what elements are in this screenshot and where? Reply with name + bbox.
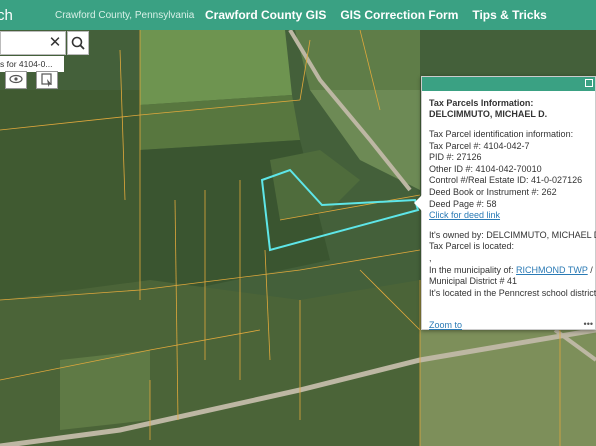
app-subtitle: Crawford County, Pennsylvania [55,9,195,21]
pid-number: PID #: 27126 [429,152,482,163]
deed-page: Deed Page #: 58 [429,198,497,209]
location-label: Tax Parcel is located: [429,241,515,252]
deed-link[interactable]: Click for deed link [429,210,500,220]
zoom-to-link[interactable]: Zoom to [429,320,462,330]
nav-crawford-county-gis[interactable]: Crawford County GIS [205,8,326,22]
nav-tips-and-tricks[interactable]: Tips & Tricks [472,8,546,22]
parcel-info-popup: Tax Parcels Information: DELCIMMUTO, MIC… [414,76,596,330]
control-id: Control #/Real Estate ID: 41-0-027126 [429,175,583,186]
popup-pointer [414,195,422,211]
more-options-icon[interactable]: ••• [584,319,593,329]
eye-icon [9,74,23,84]
popup-title: Tax Parcels Information: DELCIMMUTO, MIC… [429,98,548,119]
popup-header-bar [422,77,595,91]
school-district: It's located in the Penncrest school dis… [429,287,596,298]
municipality-link[interactable]: RICHMOND TWP [516,265,588,275]
eye-tool-button[interactable] [5,71,27,89]
search-icon [71,36,85,50]
nav-gis-correction-form[interactable]: GIS Correction Form [340,8,458,22]
other-id-number: Other ID #: 4104-042-70010 [429,163,542,174]
location-comma: , [429,252,432,263]
popup-body: Tax Parcel identification information: T… [429,129,596,319]
maximize-icon[interactable] [585,79,593,87]
municipality-prefix: In the municipality of: [429,264,517,275]
search-button[interactable] [67,31,89,55]
section-heading: Tax Parcel identification information: [429,129,574,139]
tax-parcel-number: Tax Parcel #: 4104-042-7 [429,140,530,151]
select-tool-button[interactable] [36,71,58,89]
municipality-suffix: / [587,264,593,275]
close-icon[interactable]: ✕ [47,35,63,51]
search-suggestion[interactable]: s for 4104-0... [0,56,64,72]
owner-text: It's owned by: DELCIMMUTO, MICHAEL D. [429,229,596,240]
select-icon [41,73,52,87]
app-header: ch Crawford County, Pennsylvania Crawfor… [0,0,596,30]
deed-book: Deed Book or Instrument #: 262 [429,186,557,197]
municipal-district: Municipal District # 41 [429,276,518,287]
app-title: ch [0,6,13,24]
